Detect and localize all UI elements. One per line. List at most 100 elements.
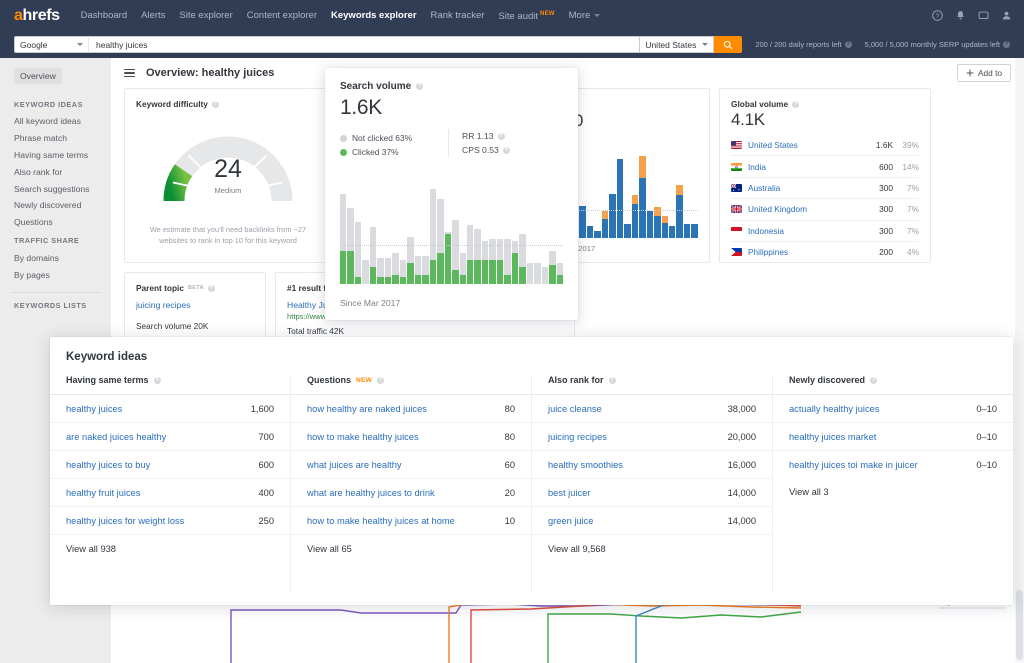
- nav-item-keywords-explorer[interactable]: Keywords explorer: [324, 0, 424, 31]
- sidebar-item-overview[interactable]: Overview: [14, 68, 62, 84]
- table-row[interactable]: healthy juices to buy 600: [50, 451, 290, 479]
- table-row[interactable]: best juicer 14,000: [532, 479, 772, 507]
- scrollbar-thumb[interactable]: [1016, 590, 1023, 660]
- country-name[interactable]: Indonesia: [748, 226, 784, 236]
- info-icon[interactable]: ?: [207, 284, 215, 292]
- sidebar-item-newly-discovered[interactable]: Newly discovered: [0, 197, 111, 214]
- hamburger-icon[interactable]: [124, 68, 135, 78]
- table-row[interactable]: Australia 300 7%: [731, 178, 919, 200]
- ahrefs-logo[interactable]: ahrefs: [14, 7, 60, 24]
- country-name[interactable]: United Kingdom: [748, 204, 807, 214]
- sidebar-item-by-pages[interactable]: By pages: [0, 266, 111, 283]
- keyword-link[interactable]: are naked juices healthy: [66, 432, 166, 442]
- info-icon[interactable]: ?: [870, 376, 878, 384]
- info-icon[interactable]: ?: [1003, 41, 1010, 48]
- nav-item-rank-tracker[interactable]: Rank tracker: [424, 0, 492, 31]
- info-icon[interactable]: ?: [502, 146, 510, 154]
- nav-item-alerts[interactable]: Alerts: [134, 0, 172, 31]
- keyword-link[interactable]: juicing recipes: [548, 432, 607, 442]
- table-row[interactable]: Philippines 200 4%: [731, 242, 919, 262]
- view-all-link[interactable]: View all 3: [773, 478, 1013, 506]
- table-row[interactable]: how to make healthy juices at home 10: [291, 507, 531, 535]
- info-icon[interactable]: ?: [416, 83, 424, 90]
- keyword-link[interactable]: how to make healthy juices: [307, 432, 419, 442]
- info-icon[interactable]: ?: [497, 132, 505, 140]
- keyword-link[interactable]: healthy juices toi make in juicer: [789, 460, 918, 470]
- table-row[interactable]: actually healthy juices 0–10: [773, 395, 1013, 423]
- vertical-scrollbar[interactable]: [1015, 58, 1024, 663]
- parent-topic-link[interactable]: juicing recipes: [136, 300, 254, 310]
- table-row[interactable]: healthy juices for weight loss 250: [50, 507, 290, 535]
- keyword-ideas-columns: Having same terms ? healthy juices 1,600 …: [50, 375, 1013, 593]
- table-row[interactable]: healthy juices 1,600: [50, 395, 290, 423]
- nav-item-dashboard[interactable]: Dashboard: [74, 0, 134, 31]
- add-to-button[interactable]: Add to: [957, 64, 1011, 82]
- sidebar-item-search-suggestions[interactable]: Search suggestions: [0, 180, 111, 197]
- info-icon[interactable]: ?: [153, 376, 161, 384]
- keyword-link[interactable]: what juices are healthy: [307, 460, 402, 470]
- table-row[interactable]: how healthy are naked juices 80: [291, 395, 531, 423]
- info-icon[interactable]: ?: [211, 100, 219, 108]
- info-icon[interactable]: ?: [844, 41, 852, 48]
- table-row[interactable]: juice cleanse 38,000: [532, 395, 772, 423]
- country-name[interactable]: India: [748, 162, 766, 172]
- keyword-link[interactable]: best juicer: [548, 488, 590, 498]
- table-row[interactable]: green juice 14,000: [532, 507, 772, 535]
- table-row[interactable]: how to make healthy juices 80: [291, 423, 531, 451]
- keyword-link[interactable]: healthy juices: [66, 404, 122, 414]
- table-row[interactable]: United States 1.6K 39%: [731, 135, 919, 157]
- keyword-link[interactable]: healthy juices for weight loss: [66, 516, 184, 526]
- search-input[interactable]: healthy juices: [88, 36, 641, 53]
- table-row[interactable]: juicing recipes 20,000: [532, 423, 772, 451]
- info-icon[interactable]: ?: [608, 376, 616, 384]
- table-row[interactable]: what are healthy juices to drink 20: [291, 479, 531, 507]
- table-row[interactable]: what juices are healthy 60: [291, 451, 531, 479]
- sidebar-item-questions[interactable]: Questions: [0, 214, 111, 231]
- info-icon[interactable]: ?: [377, 376, 385, 384]
- sidebar-item-by-domains[interactable]: By domains: [0, 249, 111, 266]
- sidebar-item-phrase-match[interactable]: Phrase match: [0, 130, 111, 147]
- info-icon[interactable]: ?: [792, 100, 800, 108]
- table-row[interactable]: healthy smoothies 16,000: [532, 451, 772, 479]
- keyword-link[interactable]: what are healthy juices to drink: [307, 488, 435, 498]
- keyword-link[interactable]: how healthy are naked juices: [307, 404, 427, 414]
- keyword-link[interactable]: healthy fruit juices: [66, 488, 140, 498]
- keyword-link[interactable]: how to make healthy juices at home: [307, 516, 455, 526]
- keyword-link[interactable]: healthy smoothies: [548, 460, 623, 470]
- keyword-link[interactable]: green juice: [548, 516, 593, 526]
- search-button[interactable]: [714, 36, 743, 53]
- view-all-link[interactable]: View all 9,568: [532, 535, 772, 563]
- view-all-link[interactable]: View all 938: [50, 535, 290, 563]
- country-name[interactable]: Philippines: [748, 247, 788, 257]
- table-row[interactable]: healthy fruit juices 400: [50, 479, 290, 507]
- keyword-link[interactable]: actually healthy juices: [789, 404, 879, 414]
- sidebar-group-keywords-lists[interactable]: KEYWORDS LISTS: [0, 295, 111, 314]
- table-row[interactable]: healthy juices toi make in juicer 0–10: [773, 451, 1013, 478]
- country-name[interactable]: United States: [748, 140, 798, 150]
- sidebar-item-having-same-terms[interactable]: Having same terms: [0, 147, 111, 164]
- nav-item-site-audit[interactable]: Site audit NEW: [491, 0, 561, 32]
- keyword-link[interactable]: healthy juices to buy: [66, 460, 150, 470]
- country-name[interactable]: Australia: [748, 183, 780, 193]
- bar-segment-clicked: [474, 260, 481, 284]
- nav-item-more[interactable]: More: [562, 0, 608, 31]
- table-row[interactable]: are naked juices healthy 700: [50, 423, 290, 451]
- chat-icon[interactable]: [978, 10, 989, 21]
- search-engine-select[interactable]: Google: [14, 36, 88, 53]
- country-select[interactable]: United States: [640, 36, 715, 53]
- keyword-link[interactable]: healthy juices market: [789, 432, 876, 442]
- table-row[interactable]: Indonesia 300 7%: [731, 221, 919, 242]
- table-row[interactable]: healthy juices market 0–10: [773, 423, 1013, 451]
- user-icon[interactable]: [1001, 10, 1012, 21]
- table-row[interactable]: India 600 14%: [731, 156, 919, 178]
- bar: [691, 156, 698, 238]
- help-icon[interactable]: ?: [932, 10, 943, 21]
- bell-icon[interactable]: [955, 10, 966, 21]
- table-row[interactable]: United Kingdom 300 7%: [731, 199, 919, 221]
- view-all-link[interactable]: View all 65: [291, 535, 531, 563]
- nav-item-site-explorer[interactable]: Site explorer: [172, 0, 239, 31]
- nav-item-content-explorer[interactable]: Content explorer: [240, 0, 324, 31]
- sidebar-item-also-rank-for[interactable]: Also rank for: [0, 163, 111, 180]
- keyword-link[interactable]: juice cleanse: [548, 404, 602, 414]
- sidebar-item-all-keyword-ideas[interactable]: All keyword ideas: [0, 113, 111, 130]
